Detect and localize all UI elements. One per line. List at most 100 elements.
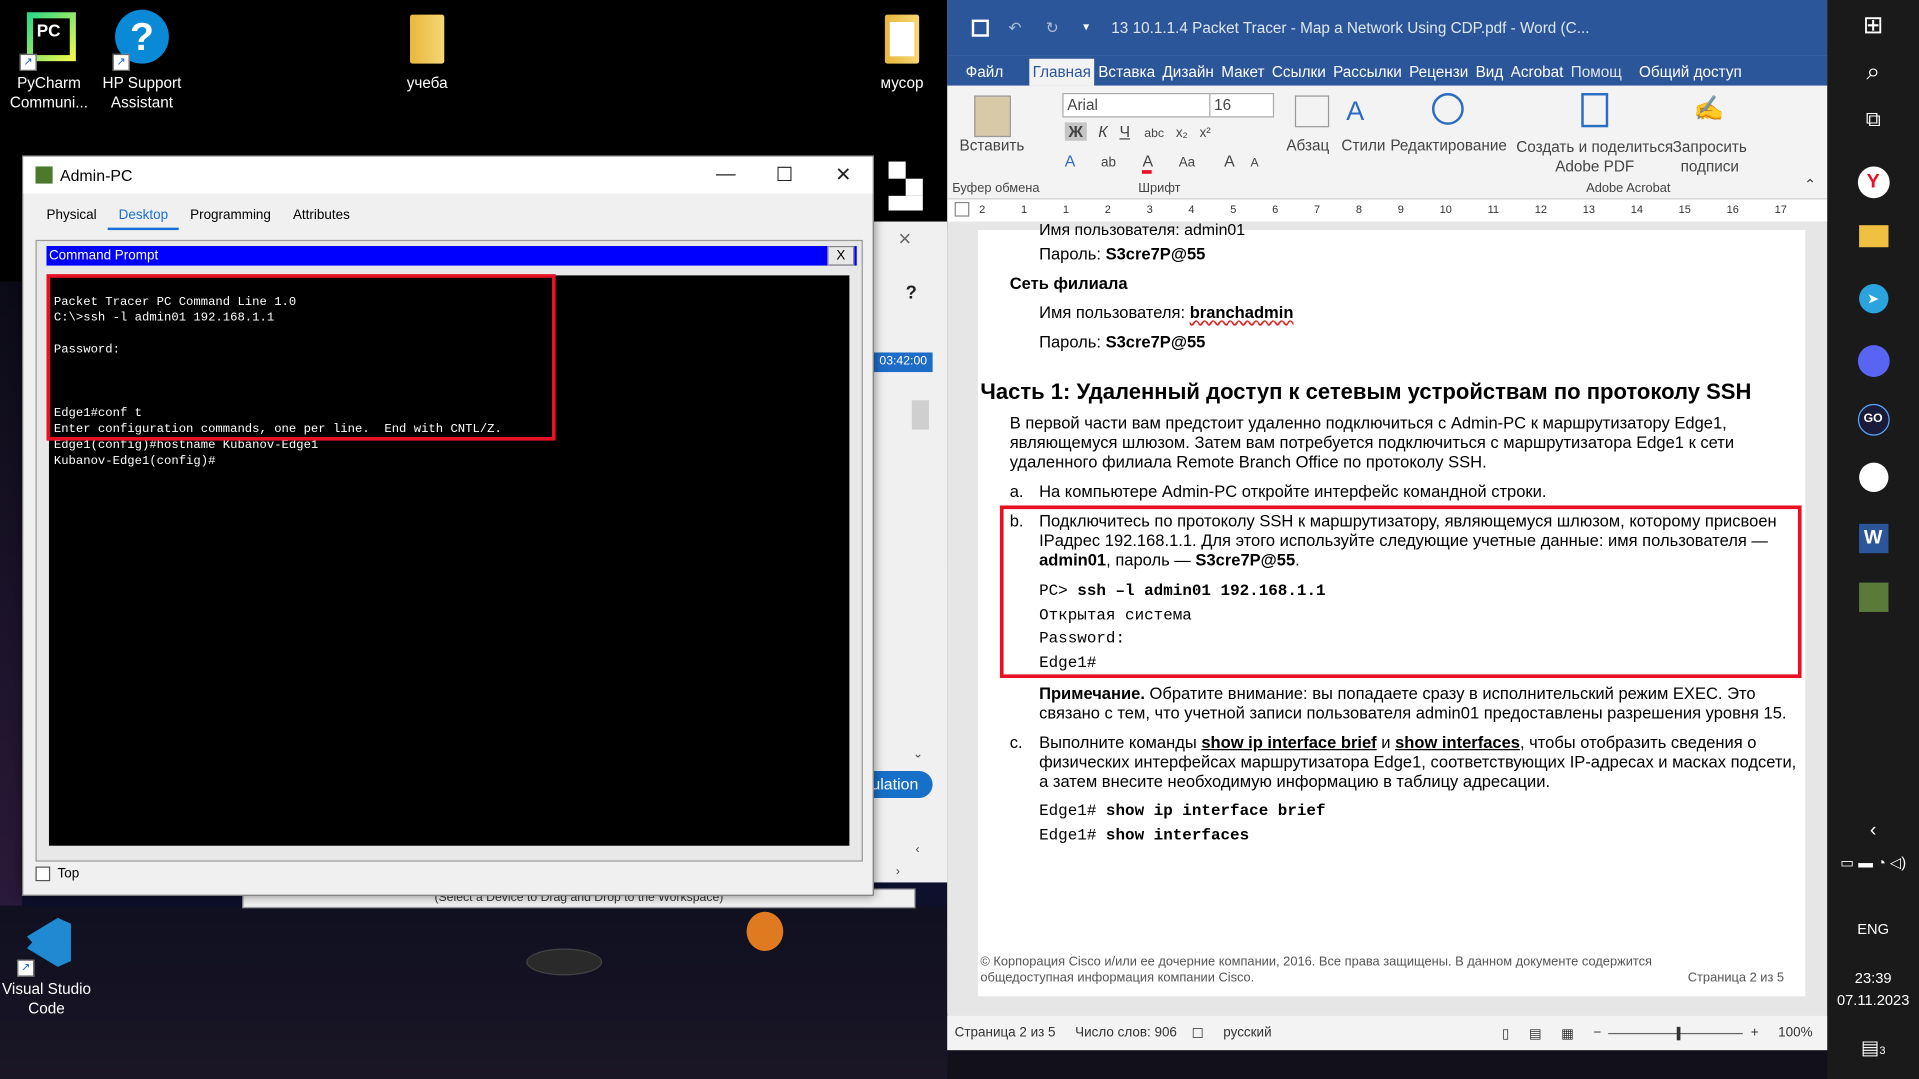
word-titlebar[interactable]: ↶ ↻ ▾ 13 10.1.1.4 Packet Tracer - Map a … [947, 0, 1828, 56]
clock-date[interactable]: 07.11.2023 [1827, 991, 1919, 1008]
tab-attributes[interactable]: Attributes [282, 203, 361, 230]
go-app-icon[interactable]: GO [1827, 403, 1919, 436]
highlight-box [999, 505, 1802, 679]
minimize-icon[interactable]: — [696, 164, 755, 186]
create-pdf-button[interactable]: Создать и поделиться Adobe PDF [1515, 137, 1674, 176]
desktop-icon-folder-trash[interactable]: мусор [853, 10, 951, 93]
app-icon[interactable] [1827, 462, 1919, 498]
tab-references[interactable]: Ссылки [1268, 64, 1329, 86]
zoom-out-icon[interactable]: − [1593, 1026, 1601, 1041]
close-icon[interactable]: ✕ [814, 163, 873, 187]
language[interactable]: русский [1223, 1026, 1271, 1041]
paste-icon[interactable] [974, 95, 1011, 138]
maximize-icon[interactable]: ☐ [755, 163, 814, 187]
discord-icon[interactable] [1827, 345, 1919, 383]
strikethrough-button[interactable]: abc [1144, 127, 1164, 140]
search-icon[interactable]: ⌕ [1827, 59, 1919, 87]
tab-view[interactable]: Вид [1472, 64, 1507, 86]
paste-button[interactable]: Вставить [960, 137, 1025, 154]
task-view-icon[interactable]: ⧉ [1827, 108, 1919, 132]
top-checkbox[interactable] [35, 866, 51, 882]
find-icon[interactable] [1431, 93, 1464, 125]
tab-desktop[interactable]: Desktop [107, 203, 180, 231]
font-size-select[interactable]: 16 [1209, 93, 1275, 118]
tab-mailings[interactable]: Рассылки [1329, 64, 1405, 86]
yandex-browser-icon[interactable]: Y [1827, 166, 1919, 199]
styles-icon[interactable]: A [1346, 95, 1378, 127]
paragraph-button[interactable]: Абзац [1286, 137, 1329, 154]
tab-insert[interactable]: Вставка [1095, 64, 1159, 86]
bold-button[interactable]: Ж [1064, 122, 1087, 141]
styles-button[interactable]: Стили [1341, 137, 1385, 154]
zoom-slider[interactable] [1608, 1026, 1744, 1040]
proofing-icon[interactable]: ☐ [1192, 1025, 1204, 1041]
notifications-icon[interactable]: ▤3 [1827, 1035, 1919, 1059]
scroll-down-icon[interactable]: ⌄ [913, 748, 923, 761]
tab-layout[interactable]: Макет [1218, 64, 1269, 86]
web-layout-icon[interactable]: ▦ [1561, 1025, 1574, 1041]
file-explorer-icon[interactable] [1827, 225, 1919, 253]
tab-programming[interactable]: Programming [179, 203, 282, 230]
window-titlebar[interactable]: Admin-PC — ☐ ✕ [23, 156, 873, 194]
text-effects-icon[interactable]: A [1065, 152, 1075, 170]
character-decoration [746, 911, 784, 951]
scroll-right-icon[interactable]: › [896, 865, 900, 878]
highlight-icon[interactable]: ab [1101, 155, 1116, 170]
scrollbar-thumb[interactable] [911, 400, 929, 430]
clock-time[interactable]: 23:39 [1827, 969, 1919, 986]
telegram-icon[interactable]: ➤ [1827, 283, 1919, 314]
underline-button[interactable]: Ч [1119, 122, 1130, 140]
undo-icon[interactable]: ↶ [1008, 18, 1021, 37]
word-count[interactable]: Число слов: 906 [1075, 1026, 1177, 1041]
packet-tracer-icon[interactable] [1827, 582, 1919, 618]
subscript-button[interactable]: x₂ [1176, 126, 1188, 141]
share-button[interactable]: Общий доступ [1635, 64, 1745, 86]
document-page[interactable]: Имя пользователя: admin01 Пароль: S3cre7… [977, 220, 1806, 997]
help-icon[interactable]: ? [906, 283, 917, 304]
tab-physical[interactable]: Physical [35, 203, 107, 230]
tray-icons[interactable]: ▭ ▬ ◔ ◁) [1827, 854, 1919, 871]
collapse-ribbon-icon[interactable]: ⌃ [1804, 176, 1816, 193]
tab-acrobat[interactable]: Acrobat [1507, 64, 1567, 86]
shrink-font-icon[interactable]: A [1251, 157, 1259, 170]
start-icon[interactable]: ⊞ [1827, 10, 1919, 41]
font-name-select[interactable]: Arial [1062, 93, 1213, 118]
input-language[interactable]: ENG [1827, 920, 1919, 937]
editing-button[interactable]: Редактирование [1390, 137, 1507, 154]
horizontal-ruler[interactable]: 2 1 1 2 3 4 5 6 7 8 9 10 11 12 13 14 15 16 17 [947, 199, 1828, 222]
zoom-level[interactable]: 100% [1778, 1026, 1812, 1041]
desktop-icon-folder-study[interactable]: учеба [378, 10, 476, 93]
request-signature-icon[interactable]: ✍ [1694, 93, 1726, 125]
qat-dropdown-icon[interactable]: ▾ [1083, 21, 1089, 34]
font-color-icon[interactable]: A [1142, 151, 1153, 174]
simulation-tab[interactable]: ulation [871, 771, 933, 798]
close-icon[interactable]: × [898, 226, 911, 252]
superscript-button[interactable]: x² [1200, 126, 1211, 141]
grow-font-icon[interactable]: A [1224, 152, 1234, 170]
tab-selector-icon[interactable] [954, 201, 970, 217]
zoom-in-icon[interactable]: + [1751, 1026, 1759, 1041]
tab-home[interactable]: Главная [1028, 58, 1095, 86]
save-icon[interactable] [971, 18, 989, 37]
command-prompt-close-button[interactable]: X [827, 246, 855, 266]
tray-expand-icon[interactable]: ‹ [1827, 820, 1919, 842]
read-mode-icon[interactable]: ▯ [1502, 1025, 1509, 1041]
tab-help[interactable]: Помощ [1567, 64, 1625, 86]
paragraph-icon[interactable] [1294, 95, 1330, 128]
tab-design[interactable]: Дизайн [1159, 64, 1218, 86]
page-count[interactable]: Страница 2 из 5 [955, 1026, 1056, 1041]
tab-review[interactable]: Рецензи [1405, 64, 1471, 86]
redo-icon[interactable]: ↻ [1046, 18, 1059, 37]
change-case-icon[interactable]: Aa [1179, 155, 1195, 170]
print-layout-icon[interactable]: ▤ [1529, 1025, 1542, 1041]
desktop-icon-label: учеба [406, 74, 448, 92]
desktop-icon-pycharm[interactable]: PC ↗ PyCharm Communi... [0, 10, 98, 113]
desktop-icon-hp-support[interactable]: ? ↗ HP Support Assistant [93, 9, 191, 113]
word-app-icon[interactable]: W [1827, 523, 1919, 554]
tab-file[interactable]: Файл [962, 64, 1007, 86]
italic-button[interactable]: К [1098, 122, 1107, 140]
request-signature-button[interactable]: Запросить подписи [1669, 137, 1750, 176]
scroll-left-icon[interactable]: ‹ [915, 843, 919, 856]
create-pdf-icon[interactable] [1581, 93, 1609, 128]
desktop-icon-vscode[interactable]: ↗ Visual Studio Code [0, 915, 95, 1018]
